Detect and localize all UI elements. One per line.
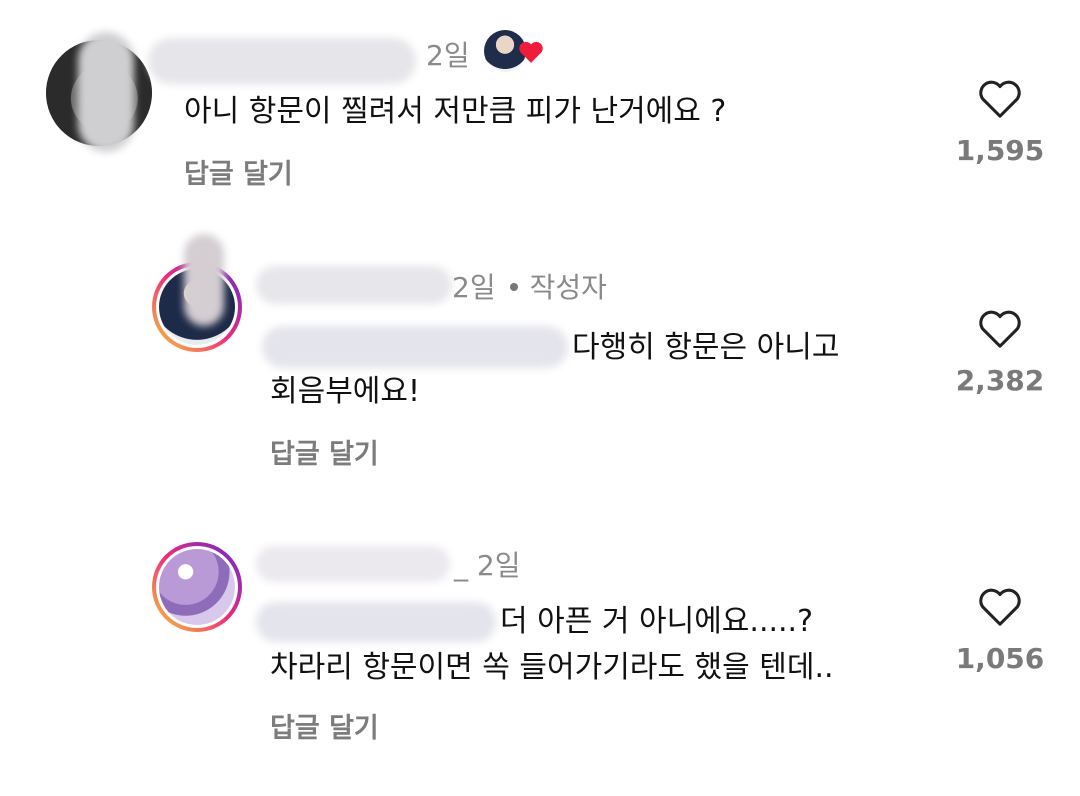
blurred-username: [256, 546, 450, 582]
like-count: 1,056: [955, 642, 1045, 675]
comment-text-line2: 차라리 항문이면 쏙 들어가기라도 했을 텐데..: [270, 650, 834, 685]
comment-3: _ 2일 더 아픈 거 아니에요.....? 차라리 항문이면 쏙 들어가기라도…: [0, 0, 1080, 760]
heart-outline-icon[interactable]: [977, 586, 1023, 628]
time-text: 2일: [476, 549, 521, 582]
avatar-photo: [159, 549, 235, 625]
reply-button[interactable]: 답글 달기: [270, 706, 379, 745]
like-button[interactable]: 1,056: [950, 586, 1050, 675]
avatar-inner: [156, 546, 238, 628]
comment-text-line1: 더 아픈 거 아니에요.....?: [500, 604, 814, 639]
avatar[interactable]: [152, 542, 242, 632]
blurred-mention: [256, 602, 496, 642]
underscore-text: _: [454, 549, 477, 582]
comment-time: _ 2일: [454, 544, 520, 584]
